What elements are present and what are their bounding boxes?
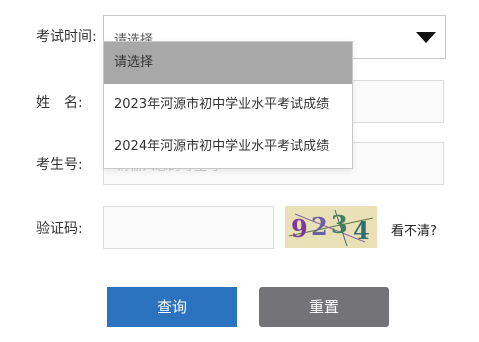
- dropdown-arrow-icon[interactable]: [416, 32, 436, 43]
- captcha-char: 9: [291, 214, 308, 243]
- captcha-char: 4: [353, 216, 370, 245]
- refresh-captcha-link[interactable]: 看不清?: [391, 220, 437, 239]
- dropdown-option[interactable]: 2023年河源市初中学业水平考试成绩: [104, 84, 352, 126]
- exam-time-dropdown: 请选择 2023年河源市初中学业水平考试成绩 2024年河源市初中学业水平考试成…: [103, 41, 353, 169]
- captcha-char: 2: [311, 212, 328, 241]
- captcha-label: 验证码:: [36, 221, 83, 237]
- name-label: 姓 名:: [36, 95, 83, 111]
- exam-time-label: 考试时间:: [36, 29, 97, 45]
- student-id-label: 考生号:: [36, 157, 83, 173]
- reset-button[interactable]: 重置: [259, 287, 389, 327]
- captcha-char: 3: [331, 210, 348, 239]
- dropdown-option[interactable]: 2024年河源市初中学业水平考试成绩: [104, 126, 352, 168]
- captcha-input[interactable]: [103, 206, 274, 249]
- dropdown-option[interactable]: 请选择: [104, 42, 352, 84]
- query-button[interactable]: 查询: [107, 287, 237, 327]
- captcha-image[interactable]: 9 2 3 4: [285, 206, 377, 248]
